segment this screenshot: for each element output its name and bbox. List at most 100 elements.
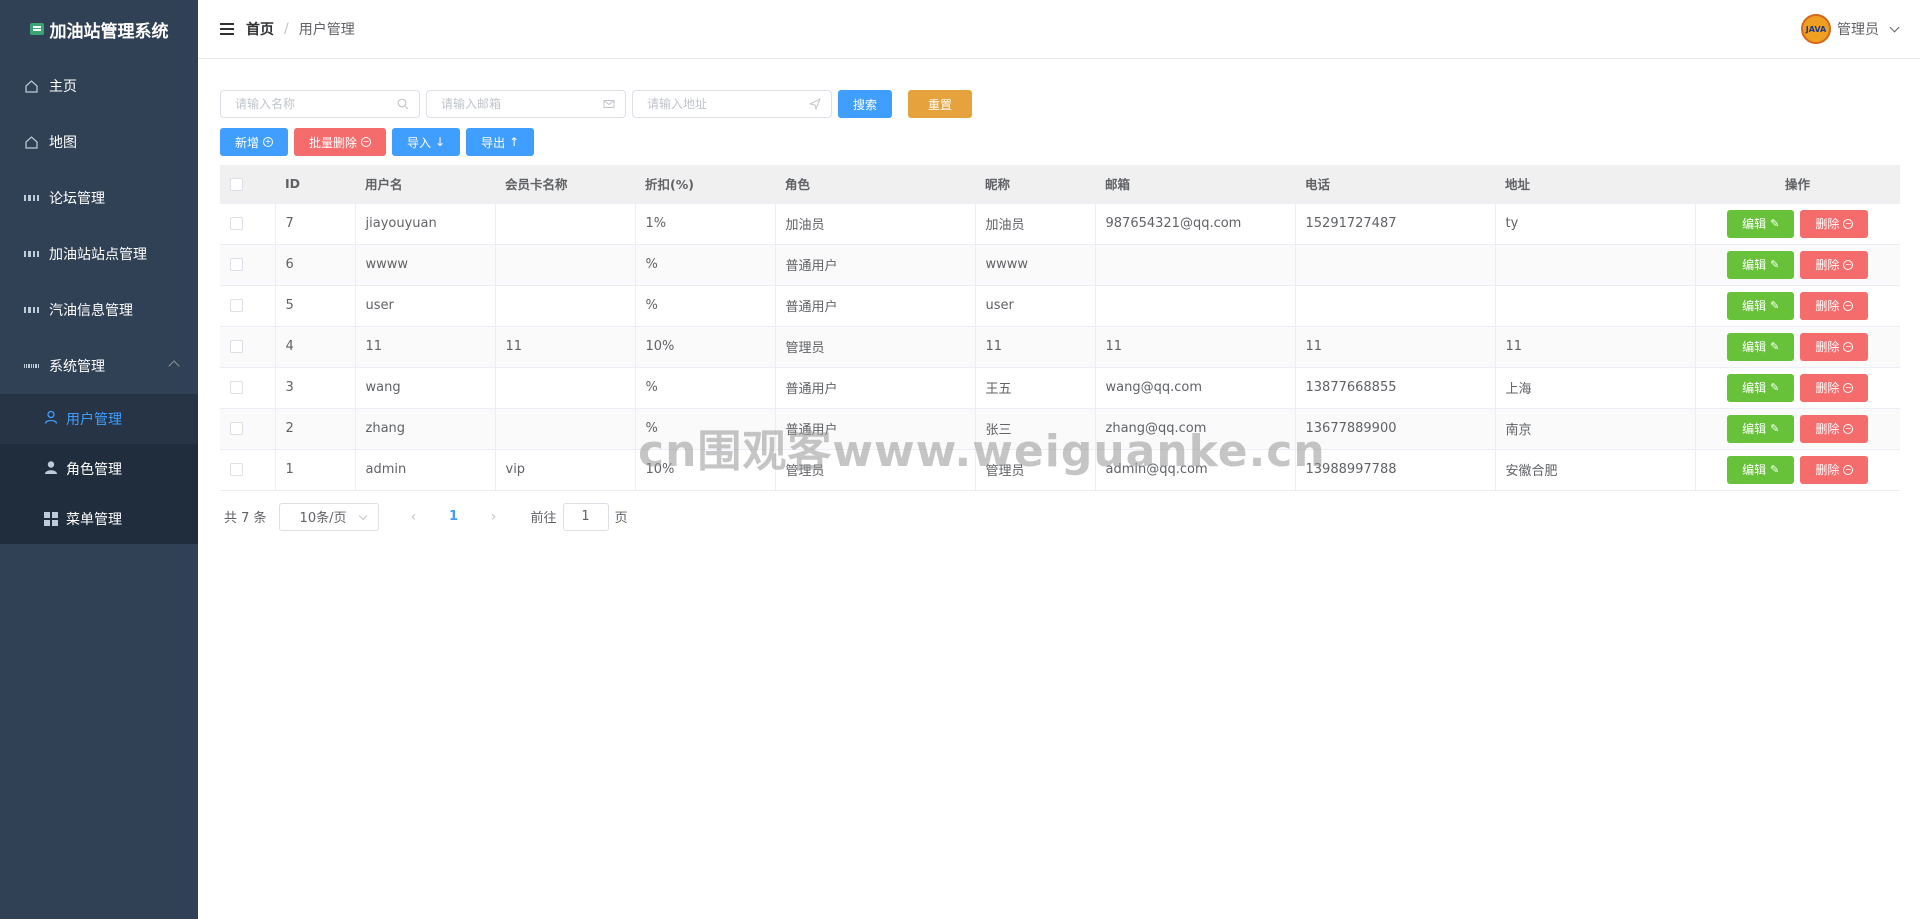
- delete-button[interactable]: 删除 −: [1800, 291, 1869, 320]
- page-number-current[interactable]: 1: [439, 503, 469, 531]
- chevron-down-icon: [1889, 22, 1900, 32]
- pencil-icon: ✎: [1770, 422, 1780, 435]
- row-actions: 编辑 ✎ 删除 −: [1695, 408, 1900, 450]
- cell-card: 11: [495, 326, 636, 368]
- cell-username: user: [355, 285, 496, 327]
- breadcrumb-separator: /: [284, 21, 289, 37]
- sidebar-item-users[interactable]: 用户管理: [0, 394, 198, 444]
- user-outline-icon: [44, 410, 58, 428]
- row-select-cell: [220, 244, 276, 286]
- column-header: 用户名: [355, 165, 495, 204]
- email-search-input[interactable]: [427, 91, 625, 117]
- row-actions: 编辑 ✎ 删除 −: [1695, 203, 1900, 245]
- cell-phone: 15291727487: [1295, 203, 1496, 245]
- breadcrumb-current: 用户管理: [298, 22, 355, 38]
- avatar: JAVA: [1801, 14, 1831, 44]
- search-button[interactable]: 搜索: [838, 90, 893, 118]
- sidebar-item-fuel[interactable]: 汽油信息管理: [0, 282, 198, 338]
- user-solid-icon: [44, 460, 58, 478]
- row-checkbox[interactable]: [230, 299, 243, 312]
- row-checkbox[interactable]: [230, 217, 243, 230]
- row-checkbox[interactable]: [230, 463, 243, 476]
- sidebar-item-home[interactable]: 主页: [0, 58, 198, 114]
- pencil-icon: ✎: [1770, 258, 1780, 271]
- breadcrumb-home[interactable]: 首页: [246, 19, 274, 39]
- edit-button[interactable]: 编辑 ✎: [1727, 291, 1795, 320]
- cell-discount: %: [635, 408, 776, 450]
- row-select-cell: [220, 367, 276, 409]
- row-checkbox[interactable]: [230, 258, 243, 271]
- prev-page-button[interactable]: ‹: [399, 503, 429, 531]
- circle-minus-icon: −: [1843, 464, 1854, 475]
- row-actions: 编辑 ✎ 删除 −: [1695, 326, 1900, 368]
- cell-nickname: 王五: [975, 367, 1096, 409]
- cell-discount: %: [635, 244, 776, 286]
- name-search-input[interactable]: [221, 91, 419, 117]
- cell-username: wang: [355, 367, 496, 409]
- row-select-cell: [220, 326, 276, 368]
- sidebar-item-forum[interactable]: 论坛管理: [0, 170, 198, 226]
- delete-button[interactable]: 删除 −: [1800, 209, 1869, 238]
- edit-button[interactable]: 编辑 ✎: [1727, 414, 1795, 443]
- row-checkbox[interactable]: [230, 422, 243, 435]
- column-header: 电话: [1295, 165, 1495, 204]
- cell-role: 加油员: [775, 203, 976, 245]
- circle-minus-icon: −: [361, 137, 372, 147]
- edit-button[interactable]: 编辑 ✎: [1727, 209, 1795, 238]
- table-row: 1 admin vip 10% 管理员 管理员 admin@qq.com 1398899778…: [220, 449, 1900, 491]
- sidebar-item-stations[interactable]: 加油站站点管理: [0, 226, 198, 282]
- add-button[interactable]: 新增 +: [220, 128, 289, 156]
- batch-delete-button[interactable]: 批量删除 −: [294, 128, 387, 156]
- cell-nickname: wwww: [975, 244, 1096, 286]
- sidebar-item-system[interactable]: 系统管理: [0, 338, 198, 394]
- circle-minus-icon: −: [1843, 218, 1854, 229]
- search-icon: [397, 98, 409, 110]
- cell-nickname: 11: [975, 326, 1096, 368]
- sidebar-item-map[interactable]: 地图: [0, 114, 198, 170]
- reset-button[interactable]: 重置: [908, 90, 973, 118]
- address-search-input[interactable]: [633, 91, 831, 117]
- row-checkbox[interactable]: [230, 340, 243, 353]
- export-button[interactable]: 导出 ↑: [466, 128, 535, 156]
- row-select-cell: [220, 203, 276, 245]
- cell-email: [1095, 244, 1296, 286]
- edit-button[interactable]: 编辑 ✎: [1727, 373, 1795, 402]
- sidebar-item-roles[interactable]: 角色管理: [0, 444, 198, 494]
- circle-minus-icon: −: [1843, 382, 1854, 393]
- sidebar-item-menus[interactable]: 菜单管理: [0, 494, 198, 544]
- delete-button[interactable]: 删除 −: [1800, 414, 1869, 443]
- delete-button[interactable]: 删除 −: [1800, 332, 1869, 361]
- select-all-checkbox[interactable]: [230, 178, 243, 192]
- row-checkbox[interactable]: [230, 381, 243, 394]
- cell-nickname: 张三: [975, 408, 1096, 450]
- table-row: 2 zhang% 普通用户 张三 zhang@qq.com 13677889900 南京 编辑…: [220, 408, 1900, 450]
- import-button[interactable]: 导入 ↓: [392, 128, 461, 156]
- circle-minus-icon: −: [1843, 423, 1854, 434]
- goto-page-input[interactable]: [562, 502, 609, 531]
- name-search-field: [220, 90, 420, 118]
- edit-label: 编辑: [1742, 299, 1767, 313]
- edit-label: 编辑: [1742, 217, 1767, 231]
- cell-id: 4: [275, 326, 356, 368]
- delete-button[interactable]: 删除 −: [1800, 455, 1869, 484]
- row-actions: 编辑 ✎ 删除 −: [1695, 367, 1900, 409]
- pencil-icon: ✎: [1770, 217, 1780, 230]
- cell-discount: %: [635, 285, 776, 327]
- cell-phone: 13988997788: [1295, 449, 1496, 491]
- edit-button[interactable]: 编辑 ✎: [1727, 455, 1795, 484]
- menu-toggle-icon[interactable]: [220, 23, 234, 35]
- sidebar-item-label: 用户管理: [66, 412, 122, 428]
- delete-button[interactable]: 删除 −: [1800, 250, 1869, 279]
- delete-button[interactable]: 删除 −: [1800, 373, 1869, 402]
- edit-button[interactable]: 编辑 ✎: [1727, 332, 1795, 361]
- circle-plus-icon: +: [263, 137, 274, 147]
- row-select-cell: [220, 285, 276, 327]
- table-row: 5 user% 普通用户 user 编辑 ✎ 删除 −: [220, 285, 1900, 327]
- sidebar-item-label: 论坛管理: [49, 191, 105, 207]
- cell-role: 普通用户: [775, 244, 976, 286]
- user-dropdown[interactable]: JAVA 管理员: [1801, 14, 1900, 44]
- edit-button[interactable]: 编辑 ✎: [1727, 250, 1795, 279]
- page-size-select[interactable]: 10条/页: [278, 502, 379, 531]
- cell-email: admin@qq.com: [1095, 449, 1296, 491]
- next-page-button[interactable]: ›: [479, 503, 509, 531]
